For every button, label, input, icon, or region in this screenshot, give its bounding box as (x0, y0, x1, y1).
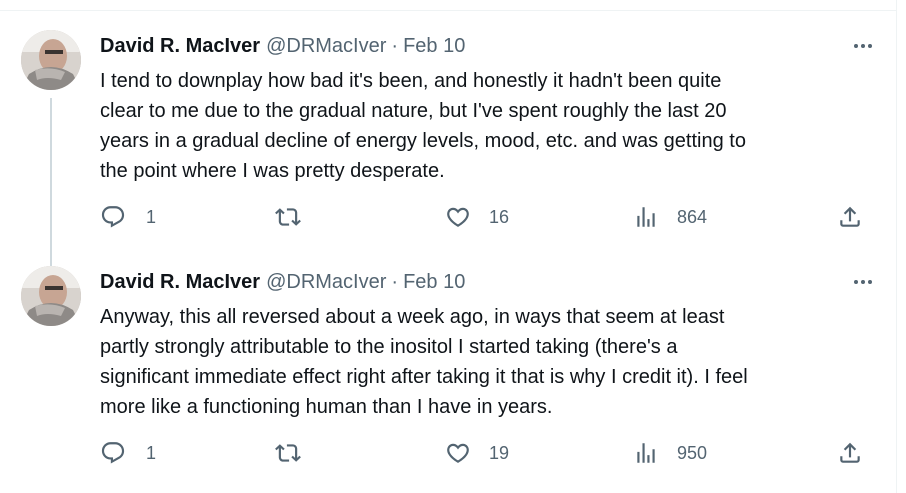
retweet-button[interactable] (275, 200, 301, 234)
reply-icon (100, 440, 126, 466)
tweet[interactable]: David R. MacIver @DRMacIver · Feb 10 Any… (0, 258, 896, 493)
retweet-button[interactable] (275, 436, 301, 470)
heart-icon (445, 204, 471, 230)
author-handle[interactable]: @DRMacIver (266, 35, 386, 58)
author-name[interactable]: David R. MacIver (100, 271, 260, 294)
like-count: 16 (489, 206, 510, 227)
tweet-actions: 1 19 950 (100, 436, 870, 470)
like-count: 19 (489, 442, 510, 463)
tweet-header: David R. MacIver @DRMacIver · Feb 10 (100, 33, 866, 59)
tweet-thread: David R. MacIver @DRMacIver · Feb 10 I t… (0, 0, 906, 493)
like-button[interactable]: 16 (445, 200, 509, 234)
reply-count: 1 (146, 442, 157, 463)
author-name[interactable]: David R. MacIver (100, 35, 260, 58)
bar-chart-icon (633, 204, 659, 230)
view-count: 950 (677, 442, 708, 463)
top-divider (0, 10, 896, 11)
reply-icon (100, 204, 126, 230)
tweet-date[interactable]: Feb 10 (403, 35, 465, 58)
tweet-date[interactable]: Feb 10 (403, 271, 465, 294)
tweet-actions: 1 16 864 (100, 200, 870, 234)
tweet-header: David R. MacIver @DRMacIver · Feb 10 (100, 269, 866, 295)
avatar[interactable] (21, 30, 81, 90)
like-button[interactable]: 19 (445, 436, 509, 470)
avatar[interactable] (21, 266, 81, 326)
tweet-text: Anyway, this all reversed about a week a… (100, 306, 748, 418)
heart-icon (445, 440, 471, 466)
share-icon (837, 440, 863, 466)
author-handle[interactable]: @DRMacIver (266, 271, 386, 294)
views-button[interactable]: 950 (633, 436, 707, 470)
retweet-icon (275, 440, 301, 466)
reply-button[interactable]: 1 (100, 200, 156, 234)
share-button[interactable] (837, 436, 863, 470)
thread-connector (50, 98, 52, 278)
tweet-text: I tend to downplay how bad it's been, an… (100, 70, 746, 182)
more-options-icon[interactable] (848, 269, 878, 295)
reply-count: 1 (146, 206, 157, 227)
share-icon (837, 204, 863, 230)
tweet[interactable]: David R. MacIver @DRMacIver · Feb 10 I t… (0, 22, 896, 278)
separator-dot: · (391, 34, 399, 57)
reply-button[interactable]: 1 (100, 436, 156, 470)
right-border (896, 0, 897, 493)
retweet-icon (275, 204, 301, 230)
share-button[interactable] (837, 200, 863, 234)
view-count: 864 (677, 206, 708, 227)
separator-dot: · (391, 270, 399, 293)
views-button[interactable]: 864 (633, 200, 707, 234)
bar-chart-icon (633, 440, 659, 466)
more-options-icon[interactable] (848, 33, 878, 59)
